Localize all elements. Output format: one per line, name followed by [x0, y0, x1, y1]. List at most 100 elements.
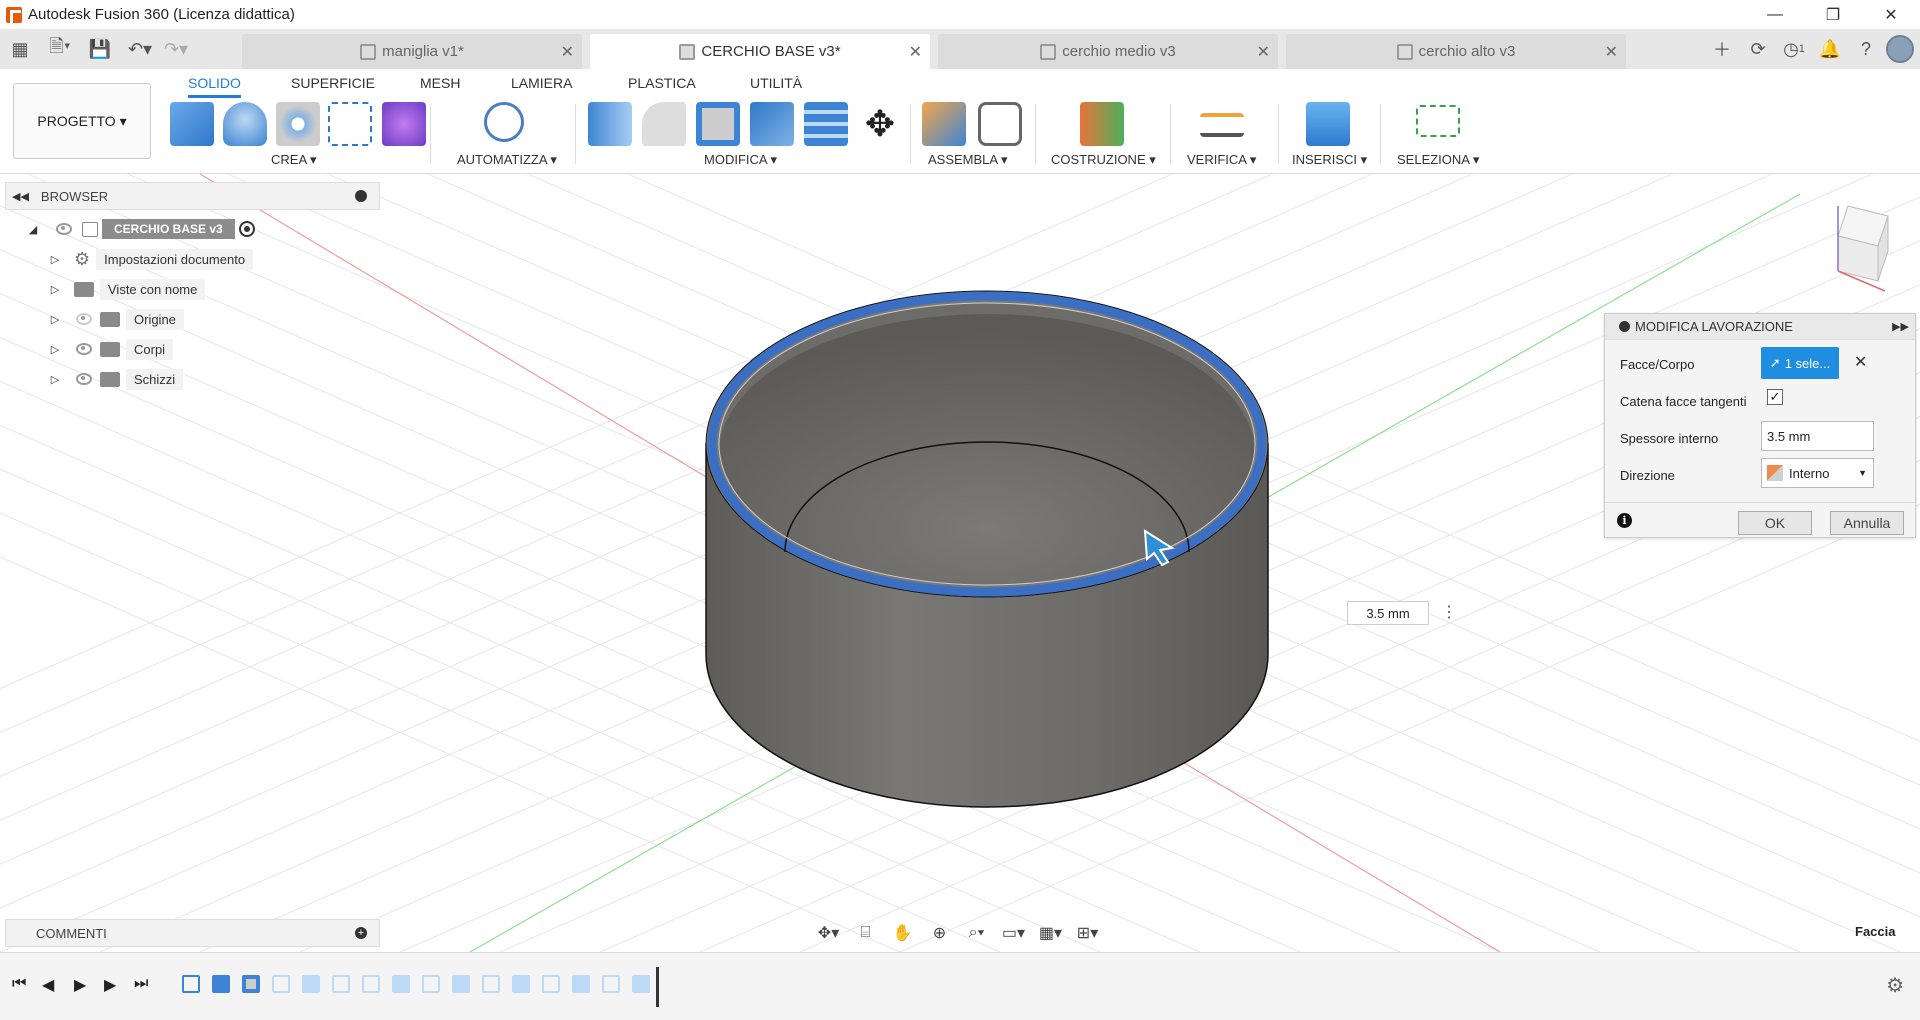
- step-back-icon[interactable]: ◀: [42, 975, 54, 995]
- close-tab-icon[interactable]: ✕: [909, 42, 922, 62]
- timeline-feature-icon[interactable]: [542, 975, 560, 993]
- dialog-header[interactable]: MODIFICA LAVORAZIONE ▶▶: [1605, 314, 1915, 340]
- timeline-sketch-icon[interactable]: [182, 975, 200, 993]
- redo-icon[interactable]: ↷▾: [161, 34, 191, 64]
- project-button[interactable]: PROGETTO ▾: [13, 83, 151, 159]
- tab-cerchio-alto[interactable]: cerchio alto v3 ✕: [1286, 34, 1626, 69]
- new-component-icon[interactable]: [922, 102, 966, 146]
- pan-icon[interactable]: ✋: [890, 923, 916, 943]
- close-tab-icon[interactable]: ✕: [561, 42, 574, 62]
- faces-select-button[interactable]: ➚ 1 sele...: [1761, 347, 1839, 379]
- inside-thickness-input[interactable]: [1761, 421, 1874, 451]
- press-pull-icon[interactable]: [588, 102, 632, 146]
- revolve-icon[interactable]: [223, 102, 267, 146]
- avatar[interactable]: [1886, 35, 1914, 63]
- tree-item-bodies[interactable]: ▷ Corpi: [48, 336, 174, 362]
- expand-icon[interactable]: ▷: [48, 342, 62, 356]
- tab-plastica[interactable]: PLASTICA: [628, 75, 696, 95]
- group-crea[interactable]: CREA ▾: [271, 152, 317, 168]
- split-body-icon[interactable]: [804, 102, 848, 146]
- tree-root[interactable]: ◢ CERCHIO BASE v3: [26, 216, 255, 242]
- tab-cerchio-base[interactable]: CERCHIO BASE v3* ✕: [590, 34, 930, 69]
- tab-cerchio-medio[interactable]: cerchio medio v3 ✕: [938, 34, 1278, 69]
- group-inserisci[interactable]: INSERISCI ▾: [1292, 152, 1367, 168]
- expand-dialog-icon[interactable]: ▶▶: [1892, 320, 1909, 333]
- move-icon[interactable]: ✥: [858, 102, 902, 146]
- tab-maniglia[interactable]: maniglia v1* ✕: [242, 34, 582, 69]
- group-verifica[interactable]: VERIFICA ▾: [1187, 152, 1256, 168]
- tangent-chain-checkbox[interactable]: ✓: [1767, 389, 1783, 405]
- fit-icon[interactable]: ⌕▾: [964, 923, 990, 943]
- timeline-feature-icon[interactable]: [302, 975, 320, 993]
- timeline-feature-icon[interactable]: [422, 975, 440, 993]
- timeline-shell-icon[interactable]: [242, 975, 260, 993]
- group-modifica[interactable]: MODIFICA ▾: [704, 152, 777, 168]
- tree-item-named-views[interactable]: ▷ Viste con nome: [48, 276, 206, 302]
- tab-solido[interactable]: SOLIDO: [188, 75, 241, 98]
- joint-icon[interactable]: [978, 102, 1022, 146]
- go-to-end-icon[interactable]: ⏭: [134, 975, 148, 993]
- ok-button[interactable]: OK: [1738, 511, 1812, 535]
- timeline-feature-icon[interactable]: [602, 975, 620, 993]
- visibility-icon[interactable]: [76, 373, 92, 385]
- save-icon[interactable]: 💾: [85, 34, 115, 64]
- grid-menu-icon[interactable]: ▦: [5, 34, 35, 64]
- grid-settings-icon[interactable]: ▦▾: [1038, 923, 1064, 943]
- timeline-feature-icon[interactable]: [272, 975, 290, 993]
- minimize-button[interactable]: —: [1746, 0, 1804, 29]
- extrude-icon[interactable]: [170, 102, 214, 146]
- timeline-marker[interactable]: [656, 967, 659, 1007]
- tree-item-origin[interactable]: ▷ Origine: [48, 306, 184, 332]
- close-window-button[interactable]: ✕: [1862, 0, 1920, 29]
- undo-icon[interactable]: ↶▾: [125, 34, 155, 64]
- file-menu-icon[interactable]: 🗎▾: [45, 34, 75, 64]
- timeline-feature-icon[interactable]: [482, 975, 500, 993]
- visibility-icon[interactable]: [56, 223, 72, 235]
- pattern-icon[interactable]: [328, 102, 372, 146]
- notifications-icon[interactable]: 🔔: [1814, 34, 1846, 64]
- minimize-panel-icon[interactable]: [355, 190, 367, 202]
- group-seleziona[interactable]: SELEZIONA ▾: [1397, 152, 1479, 168]
- fillet-icon[interactable]: [642, 102, 686, 146]
- add-comment-icon[interactable]: +: [355, 927, 367, 939]
- hole-icon[interactable]: [276, 102, 320, 146]
- timeline-feature-icon[interactable]: [392, 975, 410, 993]
- timeline-feature-icon[interactable]: [632, 975, 650, 993]
- extensions-icon[interactable]: ⟳: [1742, 34, 1774, 64]
- tab-lamiera[interactable]: LAMIERA: [511, 75, 572, 95]
- collapse-panel-icon[interactable]: ◀◀: [12, 190, 29, 203]
- new-tab-icon[interactable]: ＋: [1706, 34, 1738, 64]
- tree-item-settings[interactable]: ▷ ⚙ Impostazioni documento: [48, 246, 254, 272]
- activate-radio-icon[interactable]: [238, 221, 255, 237]
- timeline-feature-icon[interactable]: [362, 975, 380, 993]
- expand-icon[interactable]: ◢: [26, 222, 40, 236]
- close-tab-icon[interactable]: ✕: [1257, 42, 1270, 62]
- tab-superficie[interactable]: SUPERFICIE: [291, 75, 375, 95]
- go-to-start-icon[interactable]: ⏮: [12, 975, 26, 993]
- measure-icon[interactable]: [1200, 113, 1244, 137]
- timeline-feature-icon[interactable]: [512, 975, 530, 993]
- combine-icon[interactable]: [750, 102, 794, 146]
- view-cube-icon[interactable]: [1810, 196, 1890, 296]
- comments-panel[interactable]: COMMENTI +: [5, 919, 380, 947]
- group-assembla[interactable]: ASSEMBLA ▾: [928, 152, 1008, 168]
- help-icon[interactable]: ?: [1850, 34, 1882, 64]
- tree-item-sketches[interactable]: ▷ Schizzi: [48, 366, 184, 392]
- info-icon[interactable]: i: [1617, 513, 1632, 528]
- visibility-icon[interactable]: [76, 343, 92, 355]
- offset-plane-icon[interactable]: [1080, 102, 1124, 146]
- expand-icon[interactable]: ▷: [48, 372, 62, 386]
- expand-icon[interactable]: ▷: [48, 312, 62, 326]
- group-costruzione[interactable]: COSTRUZIONE ▾: [1051, 152, 1156, 168]
- orbit-icon[interactable]: ✥▾: [816, 923, 842, 943]
- expand-icon[interactable]: ▷: [48, 252, 62, 266]
- look-at-icon[interactable]: ⌸: [853, 923, 879, 943]
- timeline-feature-icon[interactable]: [572, 975, 590, 993]
- hidden-eye-icon[interactable]: [76, 313, 92, 325]
- more-options-icon[interactable]: ⋮: [1441, 602, 1457, 622]
- job-status-icon[interactable]: ◷ 1: [1778, 34, 1810, 64]
- timeline-feature-icon[interactable]: [332, 975, 350, 993]
- tab-utilita[interactable]: UTILITÀ: [750, 75, 802, 95]
- thickness-dimension-input[interactable]: 3.5 mm: [1347, 601, 1429, 625]
- browser-panel-header[interactable]: ◀◀ BROWSER: [5, 182, 380, 210]
